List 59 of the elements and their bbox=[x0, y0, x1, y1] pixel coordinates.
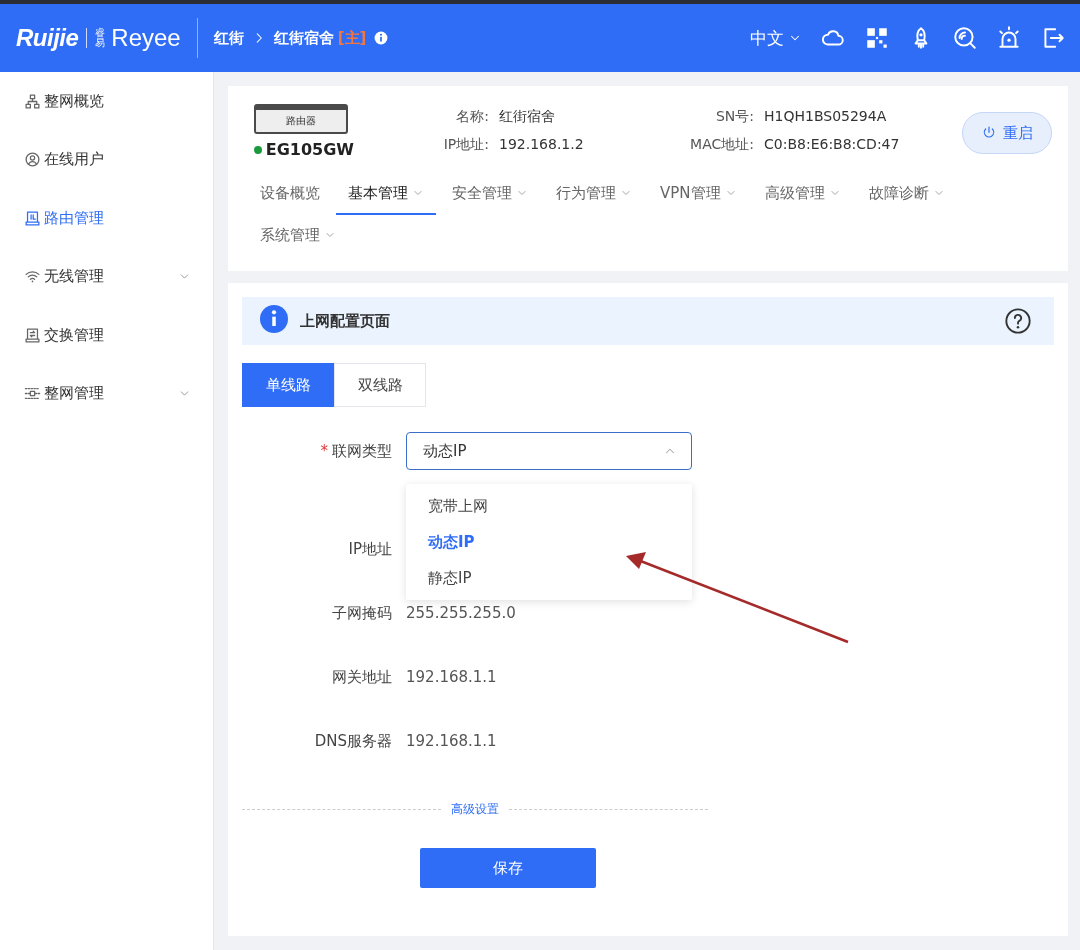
info-value: 红街宿舍 bbox=[499, 108, 556, 126]
nav-tab[interactable]: 系统管理 bbox=[248, 215, 348, 257]
breadcrumb-item[interactable]: 红街 bbox=[213, 28, 244, 48]
sidebar-item[interactable]: 路由管理 bbox=[0, 203, 213, 234]
topology-icon bbox=[24, 92, 41, 110]
role-label: [主] bbox=[337, 28, 367, 48]
field-value: 255.255.255.0 bbox=[406, 604, 516, 622]
field-label: DNS服务器 bbox=[314, 731, 392, 750]
qr-code-icon[interactable] bbox=[864, 25, 890, 51]
restart-button[interactable]: 重启 bbox=[962, 112, 1052, 154]
nav-tab[interactable]: 故障诊断 bbox=[856, 173, 957, 215]
select-field[interactable]: 动态IP bbox=[406, 432, 692, 470]
save-button[interactable]: 保存 bbox=[420, 848, 596, 888]
nav-tab[interactable]: 安全管理 bbox=[440, 173, 540, 215]
alarm-light-icon[interactable] bbox=[996, 25, 1022, 51]
language-selector[interactable]: 中文 bbox=[750, 26, 802, 50]
line-tab[interactable]: 双线路 bbox=[334, 363, 426, 407]
sidebar-item[interactable]: 在线用户 bbox=[0, 144, 213, 175]
field-value: 192.168.1.1 bbox=[406, 732, 497, 750]
line-tab[interactable]: 单线路 bbox=[242, 363, 334, 407]
info-label: 名称: bbox=[455, 108, 489, 126]
sidebar-item[interactable]: 整网概览 bbox=[0, 86, 213, 116]
field-label: IP地址 bbox=[348, 539, 392, 558]
field-value: 192.168.1.1 bbox=[406, 668, 497, 686]
brand-mark: 睿易 bbox=[95, 28, 106, 48]
breadcrumb-item: 红街宿舍 bbox=[273, 28, 334, 48]
field-label: 联网类型 bbox=[332, 441, 392, 460]
notice-title: 上网配置页面 bbox=[300, 311, 390, 331]
router-icon bbox=[24, 209, 41, 227]
info-value: H1QH1BS05294A bbox=[764, 108, 888, 126]
device-model: EG105GW bbox=[265, 140, 354, 159]
brand-logo: Ruijie bbox=[16, 24, 79, 52]
dropdown-option[interactable]: 静态IP bbox=[406, 560, 692, 596]
info-label: SN号: bbox=[714, 108, 754, 126]
info-label: MAC地址: bbox=[689, 136, 754, 154]
nav-tab[interactable]: VPN管理 bbox=[648, 173, 749, 215]
info-icon[interactable] bbox=[374, 31, 389, 45]
field-label: 子网掩码 bbox=[332, 603, 392, 622]
required-mark: * bbox=[320, 441, 328, 460]
sidebar-item[interactable]: 交换管理 bbox=[0, 320, 213, 351]
dropdown-option[interactable]: 宽带上网 bbox=[406, 488, 692, 524]
nav-tab[interactable]: 基本管理 bbox=[336, 173, 436, 215]
sidebar-item[interactable]: 整网管理 bbox=[0, 378, 213, 409]
info-value: 192.168.1.2 bbox=[499, 136, 585, 154]
product-logo: Reyee bbox=[111, 24, 181, 52]
nav-tab[interactable]: 设备概览 bbox=[248, 173, 332, 215]
nav-tab[interactable]: 行为管理 bbox=[544, 173, 644, 215]
field-label: 网关地址 bbox=[332, 667, 392, 686]
signal-search-icon[interactable] bbox=[952, 25, 978, 51]
info-label: IP地址: bbox=[442, 136, 489, 154]
help-icon[interactable] bbox=[1004, 307, 1032, 335]
switch-icon bbox=[24, 326, 41, 344]
nav-tab[interactable]: 高级管理 bbox=[752, 173, 853, 215]
user-icon bbox=[24, 151, 41, 169]
advanced-settings-link[interactable]: 高级设置 bbox=[441, 801, 509, 818]
device-type-label: 路由器 bbox=[286, 114, 316, 128]
sidebar-item[interactable]: 无线管理 bbox=[0, 261, 213, 292]
dropdown-option[interactable]: 动态IP bbox=[406, 524, 692, 560]
info-value: C0:B8:E6:B8:CD:47 bbox=[764, 136, 901, 154]
